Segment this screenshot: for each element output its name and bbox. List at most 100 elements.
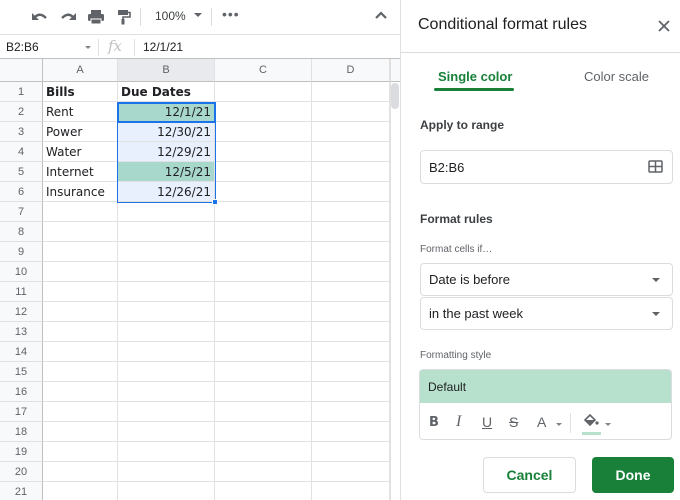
cell-d17[interactable]: [312, 402, 390, 422]
cell-c4[interactable]: [215, 142, 312, 162]
cell-a13[interactable]: [43, 322, 118, 342]
row-header[interactable]: 20: [0, 462, 43, 482]
strikethrough-button[interactable]: S: [509, 414, 518, 430]
cell-c18[interactable]: [215, 422, 312, 442]
cell-d6[interactable]: [312, 182, 390, 202]
cell-b5[interactable]: 12/5/21: [118, 162, 215, 182]
cell-d13[interactable]: [312, 322, 390, 342]
cell-d20[interactable]: [312, 462, 390, 482]
cell-d9[interactable]: [312, 242, 390, 262]
cell-d1[interactable]: [312, 82, 390, 102]
cell-d18[interactable]: [312, 422, 390, 442]
cell-a8[interactable]: [43, 222, 118, 242]
cell-a21[interactable]: [43, 482, 118, 500]
cell-d8[interactable]: [312, 222, 390, 242]
condition-select[interactable]: Date is before: [420, 263, 673, 296]
fill-handle[interactable]: [212, 199, 218, 205]
tab-single-color[interactable]: Single color: [438, 69, 512, 84]
vertical-scrollbar-track[interactable]: [390, 59, 400, 500]
cell-c11[interactable]: [215, 282, 312, 302]
cell-a9[interactable]: [43, 242, 118, 262]
cell-b12[interactable]: [118, 302, 215, 322]
row-header[interactable]: 16: [0, 382, 43, 402]
cell-d5[interactable]: [312, 162, 390, 182]
cell-c7[interactable]: [215, 202, 312, 222]
vertical-scrollbar-thumb[interactable]: [391, 83, 399, 109]
row-header[interactable]: 14: [0, 342, 43, 362]
cell-a20[interactable]: [43, 462, 118, 482]
style-preset-select[interactable]: Default: [420, 370, 671, 403]
undo-icon[interactable]: [30, 8, 50, 26]
cell-d7[interactable]: [312, 202, 390, 222]
cell-c2[interactable]: [215, 102, 312, 122]
cell-a4[interactable]: Water: [43, 142, 118, 162]
cell-d19[interactable]: [312, 442, 390, 462]
cell-a17[interactable]: [43, 402, 118, 422]
cell-d16[interactable]: [312, 382, 390, 402]
row-header[interactable]: 12: [0, 302, 43, 322]
underline-button[interactable]: U: [482, 414, 492, 430]
cell-b11[interactable]: [118, 282, 215, 302]
cell-b16[interactable]: [118, 382, 215, 402]
cell-a6[interactable]: Insurance: [43, 182, 118, 202]
row-header[interactable]: 9: [0, 242, 43, 262]
cell-b4[interactable]: 12/29/21: [118, 142, 215, 162]
zoom-caret-icon[interactable]: [194, 13, 202, 17]
cell-b3[interactable]: 12/30/21: [118, 122, 215, 142]
name-box-caret-icon[interactable]: [85, 46, 91, 49]
cell-a15[interactable]: [43, 362, 118, 382]
cell-d11[interactable]: [312, 282, 390, 302]
cell-b19[interactable]: [118, 442, 215, 462]
column-header-a[interactable]: A: [43, 59, 118, 82]
cell-d21[interactable]: [312, 482, 390, 500]
cell-c12[interactable]: [215, 302, 312, 322]
zoom-select[interactable]: 100%: [155, 9, 186, 23]
row-header[interactable]: 5: [0, 162, 43, 182]
row-header[interactable]: 19: [0, 442, 43, 462]
row-header[interactable]: 6: [0, 182, 43, 202]
range-input[interactable]: B2:B6: [420, 150, 673, 184]
cell-c5[interactable]: [215, 162, 312, 182]
cell-b9[interactable]: [118, 242, 215, 262]
select-all-corner[interactable]: [0, 59, 43, 82]
cell-c9[interactable]: [215, 242, 312, 262]
row-header[interactable]: 15: [0, 362, 43, 382]
cell-a10[interactable]: [43, 262, 118, 282]
italic-button[interactable]: I: [456, 413, 461, 430]
cell-b10[interactable]: [118, 262, 215, 282]
cell-b18[interactable]: [118, 422, 215, 442]
cell-a16[interactable]: [43, 382, 118, 402]
cell-a3[interactable]: Power: [43, 122, 118, 142]
row-header[interactable]: 18: [0, 422, 43, 442]
cell-c17[interactable]: [215, 402, 312, 422]
formula-input[interactable]: 12/1/21: [143, 40, 183, 54]
bold-button[interactable]: B: [429, 414, 439, 430]
row-header[interactable]: 7: [0, 202, 43, 222]
done-button[interactable]: Done: [592, 457, 674, 493]
row-header[interactable]: 11: [0, 282, 43, 302]
cell-c21[interactable]: [215, 482, 312, 500]
cell-a1[interactable]: Bills: [43, 82, 118, 102]
text-color-button[interactable]: A: [537, 414, 546, 430]
cell-b7[interactable]: [118, 202, 215, 222]
cell-c1[interactable]: [215, 82, 312, 102]
cell-b2[interactable]: 12/1/21: [118, 102, 215, 122]
cell-b8[interactable]: [118, 222, 215, 242]
cell-c13[interactable]: [215, 322, 312, 342]
cell-b15[interactable]: [118, 362, 215, 382]
cell-d2[interactable]: [312, 102, 390, 122]
fill-color-icon[interactable]: [582, 412, 600, 428]
cell-d3[interactable]: [312, 122, 390, 142]
row-header[interactable]: 4: [0, 142, 43, 162]
tab-color-scale[interactable]: Color scale: [584, 69, 649, 84]
cell-b1[interactable]: Due Dates: [118, 82, 215, 102]
cell-a11[interactable]: [43, 282, 118, 302]
paint-format-icon[interactable]: [114, 8, 134, 26]
cell-c3[interactable]: [215, 122, 312, 142]
cell-b6[interactable]: 12/26/21: [118, 182, 215, 202]
column-header-b[interactable]: B: [118, 59, 215, 82]
cell-c8[interactable]: [215, 222, 312, 242]
cell-b13[interactable]: [118, 322, 215, 342]
cell-c14[interactable]: [215, 342, 312, 362]
cell-d15[interactable]: [312, 362, 390, 382]
